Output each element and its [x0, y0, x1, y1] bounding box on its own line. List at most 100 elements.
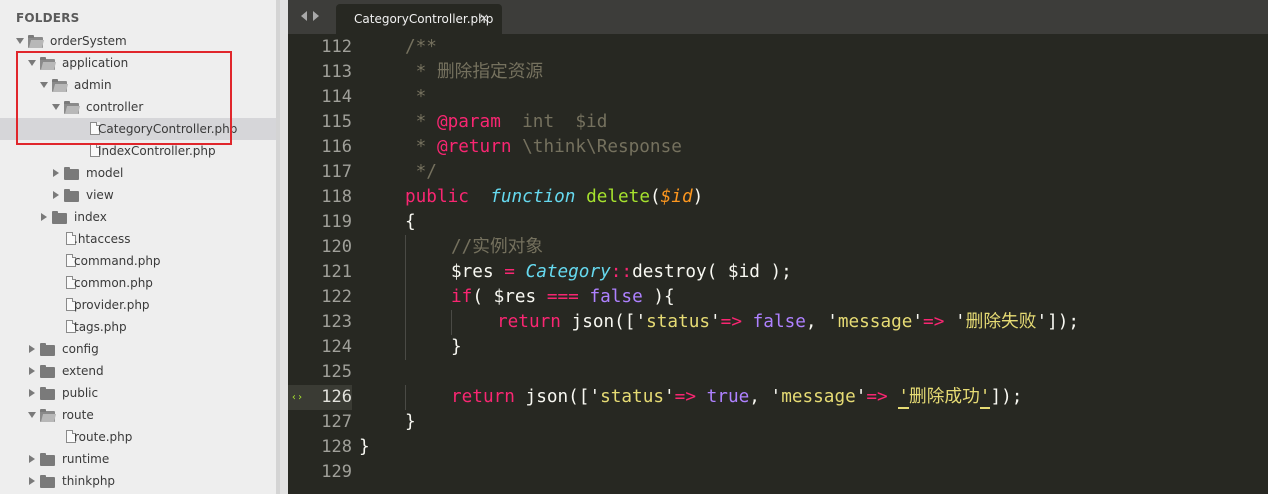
file-item[interactable]: tags.php [0, 316, 276, 338]
folder-item[interactable]: thinkphp [0, 470, 276, 492]
code-token: ( $res [472, 287, 547, 307]
code-token: 删除失败 [965, 312, 1037, 332]
code-line: return json(['status'=> false, 'message'… [497, 310, 1079, 335]
code-token: { [405, 212, 416, 232]
tree-item-label: IndexController.php [98, 144, 216, 158]
disclosure-open-icon[interactable] [16, 38, 24, 44]
folder-item[interactable]: index [0, 206, 276, 228]
code-token: $id [660, 187, 693, 207]
indent-guide [405, 260, 406, 285]
line-number: 118 [321, 187, 352, 207]
tree-item-label: extend [62, 364, 104, 378]
code-token: => [720, 312, 742, 332]
line-number: 114 [321, 87, 352, 107]
folder-item[interactable]: extend [0, 360, 276, 382]
file-item[interactable]: IndexController.php [0, 140, 276, 162]
file-item[interactable]: common.php [0, 272, 276, 294]
tree-item-label: provider.php [74, 298, 150, 312]
code-token: => [866, 387, 888, 407]
disclosure-closed-icon[interactable] [53, 191, 59, 199]
code-line: $res = Category::destroy( $id ); [451, 260, 792, 285]
tree-item-label: CategoryController.php [98, 122, 238, 136]
tree-item-label: controller [86, 100, 144, 114]
disclosure-closed-icon[interactable] [29, 389, 35, 397]
file-item[interactable]: route.php [0, 426, 276, 448]
line-number: 124 [321, 337, 352, 357]
disclosure-open-icon[interactable] [28, 60, 36, 66]
bracket-match-icon: ‹› [291, 392, 304, 403]
file-item[interactable]: command.php [0, 250, 276, 272]
code-token: '删除成功' [898, 387, 991, 409]
disclosure-closed-icon[interactable] [29, 455, 35, 463]
code-token: ){ [642, 287, 675, 307]
folders-title: FOLDERS [16, 11, 80, 25]
line-number: 116 [321, 137, 352, 157]
code-token: => [674, 387, 696, 407]
folder-item[interactable]: admin [0, 74, 276, 96]
file-item[interactable]: provider.php [0, 294, 276, 316]
indent-guide [405, 235, 406, 260]
folder-icon [40, 475, 55, 488]
code-token: } [359, 437, 370, 457]
tab-nav-right-icon[interactable] [313, 11, 319, 21]
code-token: //实例对象 [451, 237, 544, 257]
indent-guide [405, 285, 406, 310]
disclosure-open-icon[interactable] [52, 104, 60, 110]
code-line: //实例对象 [451, 235, 543, 260]
code-line: public function delete($id) [405, 185, 703, 210]
code-line: * @return \think\Response [405, 135, 682, 160]
tab-category-controller[interactable]: CategoryController.php × [336, 4, 502, 34]
file-item[interactable]: CategoryController.php [0, 118, 276, 140]
folder-item[interactable]: runtime [0, 448, 276, 470]
code-token: ( [649, 187, 661, 207]
code-line: { [405, 210, 416, 235]
tree-item-label: model [86, 166, 124, 180]
code-line: */ [405, 160, 437, 185]
folder-item[interactable]: config [0, 338, 276, 360]
disclosure-closed-icon[interactable] [41, 213, 47, 221]
disclosure-closed-icon[interactable] [53, 169, 59, 177]
tree-item-label: command.php [74, 254, 161, 268]
code-line: /** [405, 35, 437, 60]
disclosure-closed-icon[interactable] [29, 477, 35, 485]
indent-guide [405, 335, 406, 360]
folder-item[interactable]: application [0, 52, 276, 74]
disclosure-open-icon[interactable] [28, 412, 36, 418]
folder-item[interactable]: orderSystem [0, 30, 276, 52]
code-token: @return [436, 137, 512, 157]
sidebar-scrollbar[interactable] [280, 0, 288, 494]
code-token: } [405, 412, 416, 432]
code-token: false [752, 312, 806, 332]
tree-item-label: view [86, 188, 114, 202]
disclosure-closed-icon[interactable] [29, 367, 35, 375]
code-editor[interactable]: 112 113 114 115 116 117 118 119 120 121 122 123 124 1… [288, 34, 1268, 494]
file-item[interactable]: .htaccess [0, 228, 276, 250]
tab-close-icon[interactable]: × [479, 11, 489, 25]
line-number: 125 [321, 362, 352, 382]
line-number: 127 [321, 412, 352, 432]
code-token: ' [912, 312, 924, 332]
folder-icon [40, 387, 55, 400]
code-area[interactable]: /** * 删除指定资源 * * @param int $id * @retur… [359, 34, 1268, 494]
folder-item[interactable]: view [0, 184, 276, 206]
folder-item[interactable]: model [0, 162, 276, 184]
indent-guide [405, 310, 406, 335]
folder-icon [64, 189, 79, 202]
folder-item[interactable]: controller [0, 96, 276, 118]
disclosure-open-icon[interactable] [40, 82, 48, 88]
code-line: } [359, 435, 370, 460]
code-token: return [451, 387, 515, 407]
folder-item[interactable]: route [0, 404, 276, 426]
code-token: ]); [990, 387, 1023, 407]
code-token: json([' [514, 387, 601, 407]
code-token: , ' [805, 312, 838, 332]
disclosure-closed-icon[interactable] [29, 345, 35, 353]
line-number: 121 [321, 262, 352, 282]
tab-nav-left-icon[interactable] [301, 11, 307, 21]
folder-item[interactable]: public [0, 382, 276, 404]
folder-icon [64, 101, 79, 114]
line-number: 123 [321, 312, 352, 332]
folder-icon [40, 409, 55, 422]
